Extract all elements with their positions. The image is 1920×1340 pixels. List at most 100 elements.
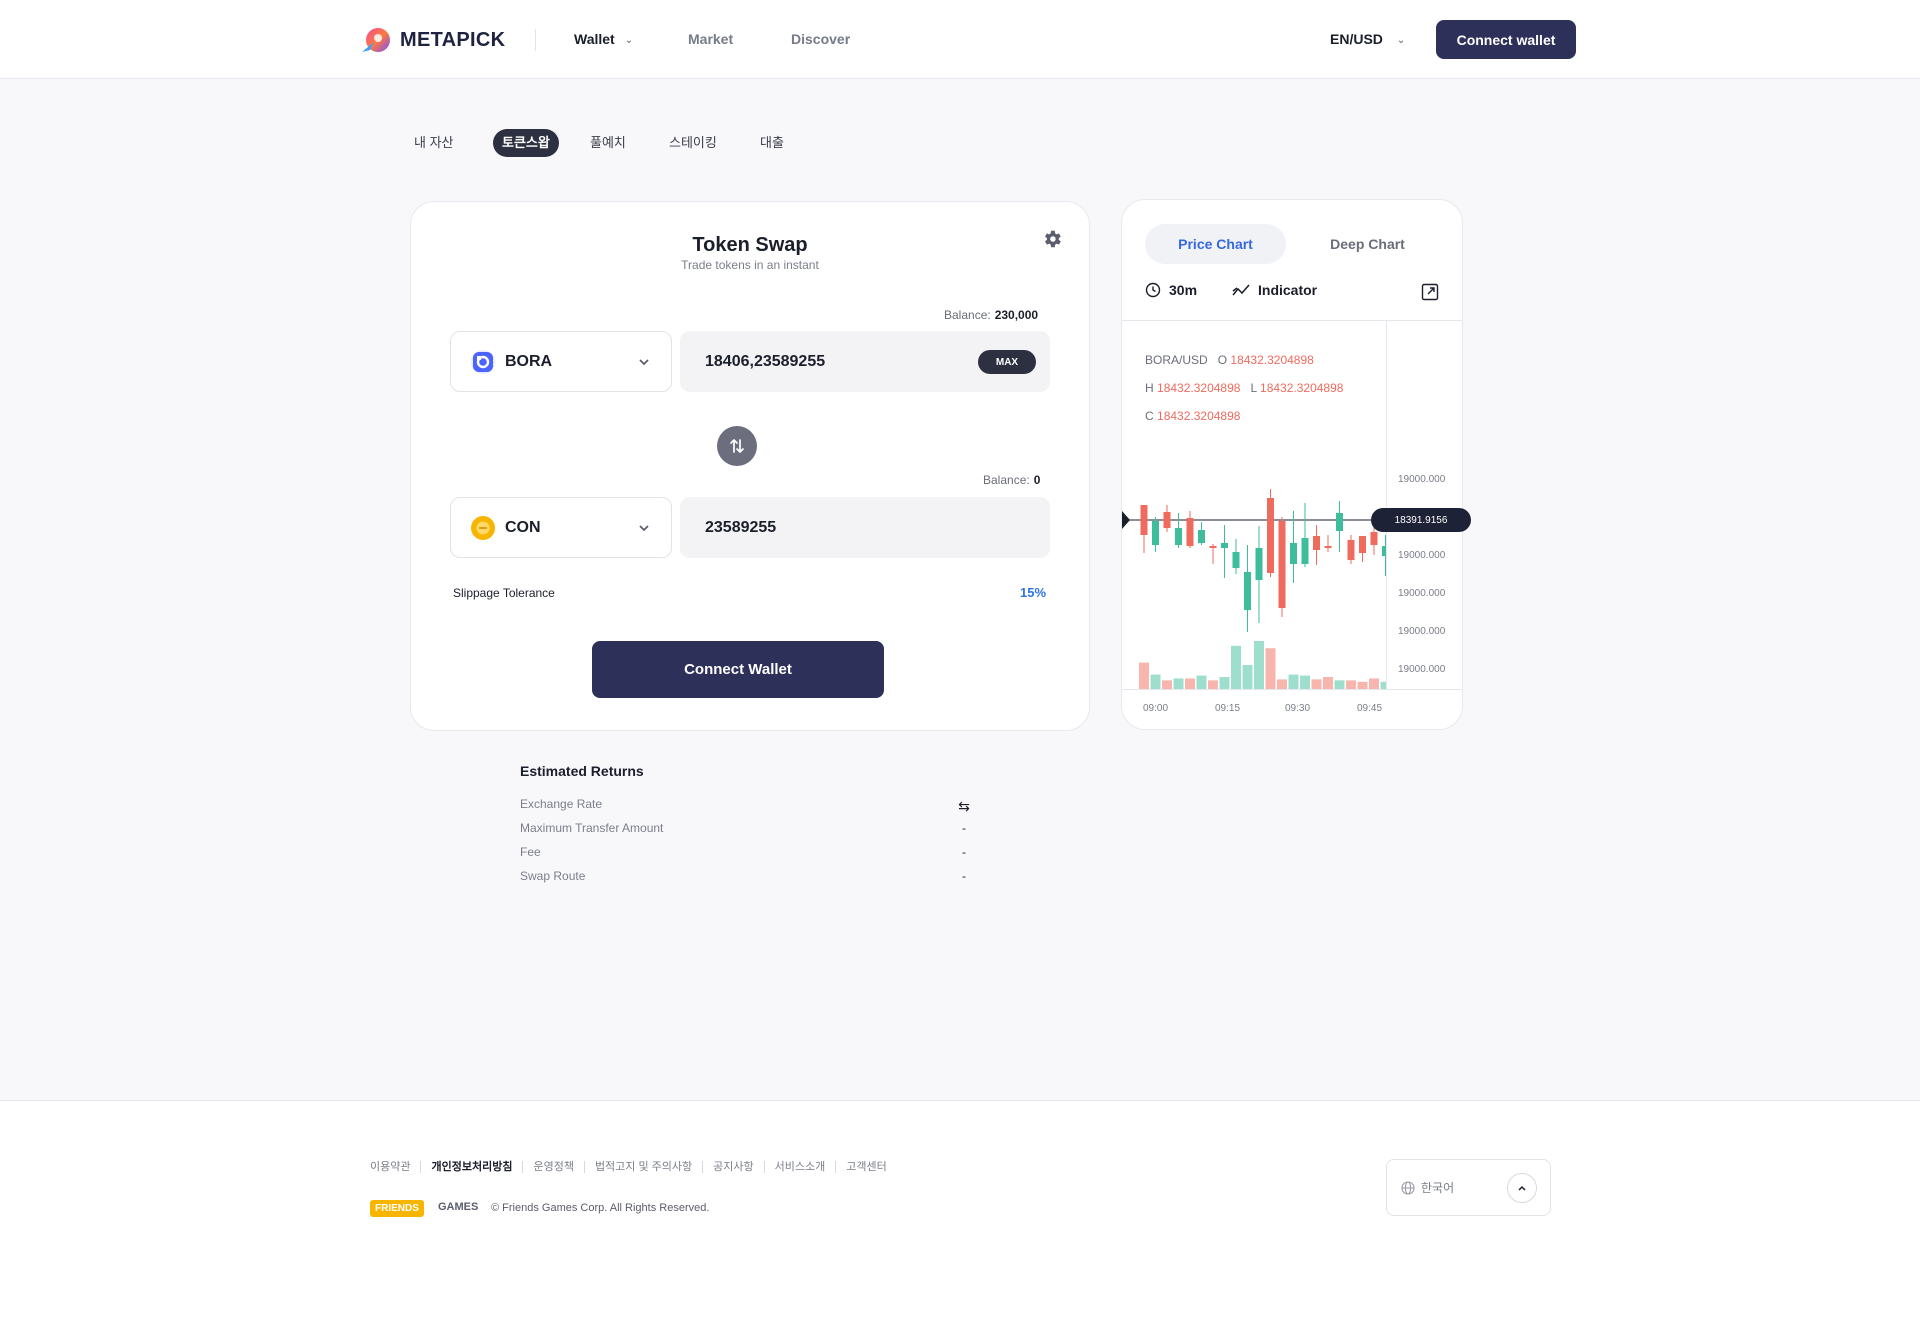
y-tick: 19000.000 [1398, 626, 1446, 637]
footer-link-terms[interactable]: 이용약관 [370, 1161, 420, 1173]
max-button[interactable]: MAX [978, 350, 1036, 374]
expand-icon[interactable] [1421, 283, 1439, 301]
header-divider [535, 29, 536, 51]
y-tick: 19000.000 [1398, 588, 1446, 599]
gear-icon[interactable] [1041, 228, 1063, 250]
footer-link-policy[interactable]: 운영정책 [522, 1161, 583, 1173]
language-select[interactable]: 한국어 [1386, 1159, 1551, 1216]
candle-body [1278, 521, 1286, 608]
chart-top-divider [1122, 320, 1462, 321]
from-amount-input[interactable]: 18406,23589255 MAX [680, 331, 1050, 392]
nav-wallet-label: Wallet [574, 31, 615, 47]
candle-body [1186, 518, 1194, 546]
volume-bar [1242, 665, 1253, 689]
tab-staking[interactable]: 스테이킹 [669, 129, 717, 157]
tab-price-chart[interactable]: Price Chart [1145, 224, 1286, 264]
logo[interactable]: METAPICK [360, 24, 505, 56]
tab-my-assets[interactable]: 내 자산 [414, 129, 454, 157]
to-token-select[interactable]: CON [450, 497, 672, 558]
footer-links: 이용약관 개인정보처리방침 운영정책 법적고지 및 주의사항 공지사항 서비스소… [370, 1161, 897, 1173]
footer-link-privacy[interactable]: 개인정보처리방침 [420, 1161, 522, 1173]
indicator-label: Indicator [1258, 282, 1318, 298]
swap-direction-button[interactable] [717, 426, 757, 466]
from-token-select[interactable]: BORA [450, 331, 672, 392]
to-balance-value: 0 [1033, 473, 1041, 487]
y-tick: 19000.000 [1398, 550, 1446, 561]
close-label: C [1145, 409, 1154, 423]
friends-games-logo-badge: FRIENDS [370, 1200, 424, 1217]
nav-market[interactable]: Market [688, 31, 733, 47]
candle-body [1313, 536, 1320, 550]
tab-loan[interactable]: 대출 [760, 129, 784, 157]
chevron-down-icon: ⌄ [1396, 35, 1406, 46]
swap-subtitle: Trade tokens in an instant [681, 258, 819, 272]
to-token-name: CON [505, 518, 541, 536]
from-balance-label: Balance: [944, 308, 991, 322]
nav-discover[interactable]: Discover [791, 31, 850, 47]
candle-body [1382, 546, 1386, 556]
volume-bar [1311, 679, 1322, 689]
volume-bar [1219, 677, 1230, 689]
price-axis-divider [1386, 321, 1387, 689]
indicator-icon [1232, 284, 1250, 296]
top-header: METAPICK Wallet ⌄ Market Discover EN/USD ⌄… [0, 0, 1920, 79]
footer [0, 1100, 1920, 1340]
candle-body [1209, 546, 1217, 548]
low-label: L [1250, 381, 1257, 395]
candle-body [1163, 512, 1171, 528]
indicator-button[interactable]: Indicator [1232, 282, 1317, 298]
tab-pool-deposit[interactable]: 풀예치 [590, 129, 626, 157]
volume-bar [1346, 680, 1356, 689]
footer-link-support[interactable]: 고객센터 [835, 1161, 896, 1173]
pair-label: BORA/USD [1145, 353, 1208, 367]
footer-link-notice[interactable]: 공지사항 [702, 1161, 763, 1173]
open-label: O [1217, 353, 1228, 367]
x-tick: 09:00 [1143, 703, 1169, 714]
tab-token-swap[interactable]: 토큰스왑 [493, 129, 559, 157]
from-balance-value: 230,000 [994, 308, 1039, 322]
chevron-up-icon [1518, 1185, 1526, 1191]
volume-bar [1173, 678, 1184, 689]
interval-select[interactable]: 30m [1145, 282, 1197, 298]
chevron-down-icon [639, 524, 649, 531]
ohlc-line-2: H 18432.3204898 L 18432.3204898 [1145, 381, 1343, 395]
x-tick: 09:45 [1357, 703, 1383, 714]
x-tick: 09:30 [1285, 703, 1311, 714]
locale-select[interactable]: EN/USD ⌄ [1330, 31, 1405, 47]
candle-body [1336, 513, 1343, 531]
scroll-top-button[interactable] [1507, 1173, 1537, 1203]
footer-link-legal[interactable]: 법적고지 및 주의사항 [583, 1161, 702, 1173]
swap-route-value: - [962, 869, 966, 883]
exchange-rate-toggle-icon[interactable]: ⇆ [958, 798, 970, 815]
volume-bar [1254, 641, 1264, 689]
to-amount-value: 23589255 [705, 518, 777, 536]
connect-wallet-main-button[interactable]: Connect Wallet [592, 641, 884, 698]
to-amount-input[interactable]: 23589255 [680, 497, 1050, 558]
connect-wallet-button[interactable]: Connect wallet [1436, 20, 1576, 59]
interval-label: 30m [1169, 282, 1198, 298]
exchange-rate-label: Exchange Rate [520, 797, 603, 811]
volume-bar [1323, 677, 1333, 689]
metapick-logo-icon [362, 28, 390, 52]
close-value: 18432.3204898 [1157, 409, 1241, 423]
y-tick: 19000.000 [1398, 664, 1446, 675]
candle-body [1370, 532, 1378, 545]
candle-body [1301, 538, 1309, 564]
estimated-returns-title: Estimated Returns [520, 763, 644, 779]
y-tick: 19000.000 [1398, 474, 1446, 485]
open-value: 18432.3204898 [1230, 353, 1314, 367]
x-tick: 09:15 [1215, 703, 1241, 714]
tab-deep-chart[interactable]: Deep Chart [1310, 224, 1425, 264]
candle-body [1198, 530, 1205, 543]
friends-games-logo-text: GAMES [438, 1201, 479, 1213]
candle-body [1267, 498, 1274, 573]
volume-bar [1150, 674, 1161, 689]
volume-bar [1288, 674, 1299, 689]
ohlc-line-3: C 18432.3204898 [1145, 409, 1240, 423]
fee-label: Fee [520, 845, 541, 859]
chevron-down-icon [639, 358, 649, 365]
nav-wallet[interactable]: Wallet ⌄ [574, 31, 633, 47]
slippage-value[interactable]: 15% [1020, 585, 1046, 600]
candle-body [1244, 572, 1251, 610]
footer-link-about[interactable]: 서비스소개 [763, 1161, 836, 1173]
